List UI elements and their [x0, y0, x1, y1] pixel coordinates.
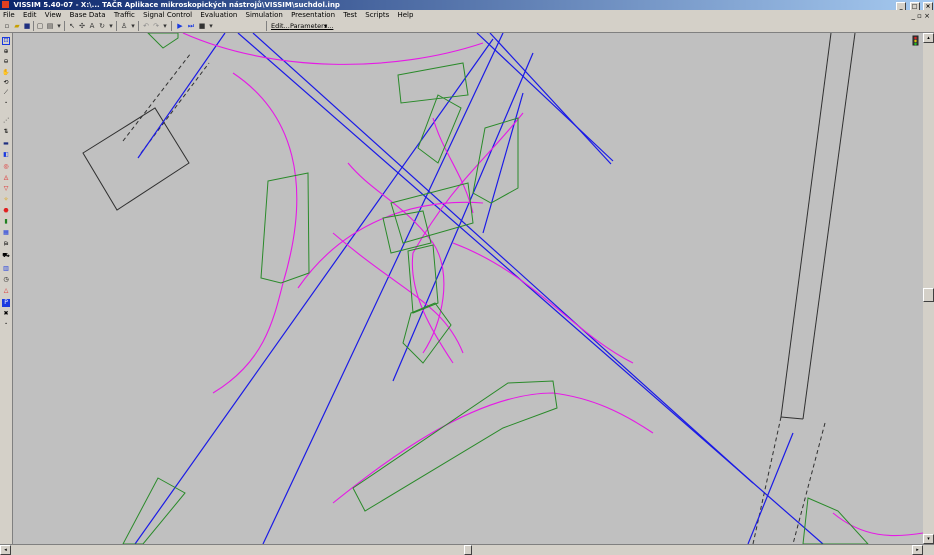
print-dropdown-icon[interactable]: ▾ [55, 22, 63, 30]
priority-rule-icon[interactable]: ▽ [2, 185, 10, 193]
scroll-down-button[interactable]: ▾ [923, 534, 934, 544]
parking-icon[interactable]: P [2, 299, 10, 307]
rotate-view-icon[interactable]: ⟲ [2, 79, 10, 87]
menu-file[interactable]: File [2, 10, 16, 20]
area-outlines [122, 33, 869, 544]
pedestrian-dropdown-icon[interactable]: ▾ [129, 22, 137, 30]
desired-speed-icon[interactable]: ◎ [2, 163, 10, 171]
horizontal-scrollbar[interactable]: ◂ ▸ [0, 544, 934, 555]
parameters-dropdown-icon[interactable]: ▾ [324, 21, 327, 31]
menu-base-data[interactable]: Base Data [69, 10, 107, 20]
multi-select-icon[interactable]: ✣ [78, 22, 86, 30]
select-arrow-icon[interactable]: ↖ [68, 22, 76, 30]
links [134, 33, 824, 544]
pedestrian-icon[interactable]: ♙ [120, 22, 128, 30]
signal-head-marker [912, 35, 919, 46]
data-collection-icon[interactable]: ▥ [2, 265, 10, 273]
dot-icon-2: • [4, 321, 8, 326]
redo-icon[interactable]: ↷ [152, 22, 160, 30]
queue-counter-icon[interactable]: △ [2, 287, 10, 295]
transit-line-icon[interactable]: ⛟ [2, 252, 10, 260]
edit-link[interactable]: Edit... [271, 21, 290, 31]
stop-icon[interactable]: ■ [198, 22, 206, 30]
new-file-icon[interactable]: ▫ [3, 22, 11, 30]
menu-signal-control[interactable]: Signal Control [142, 10, 193, 20]
rotate-icon[interactable]: ↻ [98, 22, 106, 30]
close-button[interactable]: × [923, 2, 933, 10]
vehicle-input-icon[interactable]: ▬ [2, 140, 10, 148]
text-tool-icon[interactable]: A [88, 22, 96, 30]
connector-icon[interactable]: ⇅ [2, 128, 10, 136]
rotate-dropdown-icon[interactable]: ▾ [107, 22, 115, 30]
undo-icon[interactable]: ↶ [142, 22, 150, 30]
menu-help[interactable]: Help [396, 10, 414, 20]
menu-evaluation[interactable]: Evaluation [199, 10, 238, 20]
stop-sign-icon[interactable]: ⬣ [2, 207, 10, 215]
zoom-window-icon[interactable]: ⊡ [2, 37, 10, 45]
maximize-button[interactable]: □ [909, 2, 920, 10]
sim-dropdown-icon[interactable]: ▾ [207, 22, 215, 30]
dot-icon: • [4, 100, 8, 105]
scroll-up-button[interactable]: ▴ [923, 33, 934, 43]
travel-time-icon[interactable]: ◷ [2, 276, 10, 284]
building-outline-right [752, 33, 856, 544]
window-controls: _ □ × [895, 1, 933, 10]
pan-hand-icon[interactable]: ✋ [2, 69, 10, 77]
zoom-in-icon[interactable]: ⊕ [2, 48, 10, 56]
play-icon[interactable]: ▶ [176, 22, 184, 30]
vissim-app-icon [2, 1, 9, 8]
left-toolbar: ⊡ ⊕ ⊖ ✋ ⟲ ⟋ • ⋰ ⇅ ▬ ◧ ◎ ◬ ▽ ✧ ⬣ ▮ ▦ ⛿ ⛟ … [0, 33, 13, 544]
detector-icon[interactable]: ▦ [2, 229, 10, 237]
zoom-out-icon[interactable]: ⊖ [2, 58, 10, 66]
menu-scripts[interactable]: Scripts [364, 10, 390, 20]
connectors [182, 33, 923, 537]
redo-dropdown-icon[interactable]: ▾ [161, 22, 169, 30]
network-editor-canvas[interactable] [13, 33, 923, 544]
save-icon[interactable]: ■ [23, 22, 31, 30]
links-icon[interactable]: ⋰ [2, 117, 10, 125]
menu-test[interactable]: Test [342, 10, 358, 20]
menu-view[interactable]: View [44, 10, 63, 20]
routes-icon[interactable]: ◧ [2, 151, 10, 159]
main-toolbar: ▫ ▰ ■ ▢ ▤ ▾ ↖ ✣ A ↻ ▾ ♙ ▾ ↶ ↷ ▾ ▶ ⏭ ■ ▾ … [0, 20, 934, 33]
menu-bar: File Edit View Base Data Traffic Signal … [0, 10, 934, 20]
step-icon[interactable]: ⏭ [187, 22, 195, 30]
menu-traffic[interactable]: Traffic [113, 10, 136, 20]
vertical-scrollbar[interactable]: ▴ ▾ [923, 33, 934, 544]
menu-edit[interactable]: Edit [22, 10, 38, 20]
open-folder-icon[interactable]: ▰ [13, 22, 21, 30]
menu-presentation[interactable]: Presentation [290, 10, 336, 20]
print-icon[interactable]: ▤ [46, 22, 54, 30]
title-bar: VISSIM 5.40-07 - X:\... TAČR Aplikace mi… [0, 0, 934, 10]
measure-icon[interactable]: ⟋ [2, 89, 10, 97]
minimize-button[interactable]: _ [896, 2, 907, 10]
vertical-scroll-thumb[interactable] [923, 288, 934, 302]
menu-simulation[interactable]: Simulation [245, 10, 284, 20]
nodes-icon[interactable]: ✖ [2, 310, 10, 318]
print-preview-icon[interactable]: ▢ [36, 22, 44, 30]
conflict-area-icon[interactable]: ✧ [2, 196, 10, 204]
building-outline-left [82, 52, 210, 211]
window-title: VISSIM 5.40-07 - X:\... TAČR Aplikace mi… [13, 1, 340, 9]
network-drawing[interactable] [13, 33, 923, 544]
reduced-speed-icon[interactable]: ◬ [2, 174, 10, 182]
signal-head-icon[interactable]: ▮ [2, 218, 10, 226]
transit-stop-icon[interactable]: ⛿ [2, 241, 10, 249]
